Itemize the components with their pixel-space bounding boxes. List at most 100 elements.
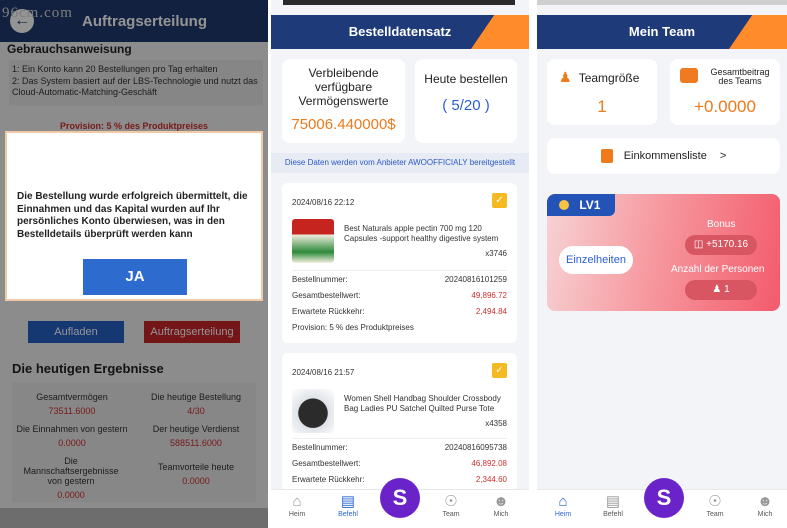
home-icon: ⌂	[558, 493, 568, 510]
tab-label: Team	[706, 511, 724, 518]
details-button[interactable]: Einzelheiten	[559, 246, 633, 274]
people-icon: ♟	[712, 284, 725, 295]
team-size-label: Teamgröße	[578, 71, 640, 85]
center-s-button[interactable]: S	[644, 478, 684, 518]
tab-home[interactable]: ⌂ Heim	[277, 493, 317, 518]
order-number-row: Bestellnummer: 20240816101259	[292, 275, 507, 287]
expected-return-row: Erwartete Rückkehr: 2,494.84	[292, 307, 507, 319]
dialog-message: Die Bestellung wurde erfolgreich übermit…	[17, 191, 248, 240]
center-s-button[interactable]: S	[380, 478, 420, 518]
level-badge: LV1	[547, 194, 615, 216]
header-accent	[471, 15, 529, 49]
tab-label: Befehl	[603, 511, 623, 518]
order-records-screen: Bestelldatensatz Verbleibende verfügbare…	[271, 0, 529, 528]
order-screen: ← Auftragserteilung 96cm.com Gebrauchsan…	[0, 0, 268, 528]
tab-orders[interactable]: ▤ Befehl	[328, 493, 368, 518]
people-icon: ♟	[559, 69, 572, 85]
order-provision: Provision: 5 % des Produktpreises	[292, 323, 414, 332]
order-total-row: Gesamtbestellwert: 46,892.08	[292, 459, 507, 471]
level-label: LV1	[579, 198, 601, 212]
tab-label: Team	[442, 511, 460, 518]
team-icon: ☉	[444, 493, 458, 510]
medal-icon	[559, 200, 569, 210]
order-number: 20240816101259	[444, 275, 507, 284]
top-bar	[537, 0, 787, 5]
tab-label: Befehl	[338, 511, 358, 518]
page-title: Mein Team	[628, 24, 696, 39]
tab-team[interactable]: ☉ Team	[695, 493, 735, 518]
home-icon: ⌂	[292, 493, 302, 510]
records-header: Bestelldatensatz	[271, 15, 529, 49]
remaining-assets-value: 75006.440000$	[291, 116, 396, 133]
order-total-row: Gesamtbestellwert: 49,896.72	[292, 291, 507, 303]
product-quantity: x4358	[485, 419, 507, 428]
tab-home[interactable]: ⌂ Heim	[543, 493, 583, 518]
order-total-label: Gesamtbestellwert:	[292, 291, 361, 300]
team-screen: Mein Team ♟ Teamgröße 1 Gesamtbeitrag de…	[537, 0, 787, 528]
tab-team[interactable]: ☉ Team	[431, 493, 471, 518]
checkbox-icon: ✓	[492, 363, 507, 378]
remaining-assets-label: Verbleibende verfügbare Vermögenswerte	[298, 66, 389, 108]
order-total: 49,896.72	[471, 291, 507, 300]
checkbox-icon: ✓	[492, 193, 507, 208]
divider	[292, 270, 507, 271]
expected-return: 2,494.84	[475, 307, 507, 316]
tab-me[interactable]: ☻ Mich	[481, 493, 521, 518]
apple-pectin-bottle-image	[292, 219, 334, 263]
divider	[292, 438, 507, 439]
order-card[interactable]: 2024/08/16 21:57 ✓ Women Shell Handbag S…	[282, 353, 517, 493]
bonus-label: Bonus	[707, 219, 736, 230]
order-card[interactable]: 2024/08/16 22:12 ✓ Best Naturals apple p…	[282, 183, 517, 343]
top-bar	[283, 0, 515, 5]
team-header: Mein Team	[537, 15, 787, 49]
bonus-pill: ◫ +5170.16	[685, 235, 757, 255]
team-size-value: 1	[597, 97, 607, 116]
document-icon: ▤	[605, 493, 621, 510]
order-date: 2024/08/16 21:57	[292, 368, 355, 377]
level-card: LV1 Einzelheiten Bonus ◫ +5170.16 Anzahl…	[547, 194, 780, 311]
tab-orders[interactable]: ▤ Befehl	[593, 493, 633, 518]
list-icon	[600, 149, 613, 164]
bonus-value: +5170.16	[706, 239, 749, 250]
chevron-right-icon: >	[719, 150, 727, 162]
wallet-icon: ◫	[693, 239, 707, 250]
team-size-card: ♟ Teamgröße 1	[547, 59, 657, 125]
expected-return-label: Erwartete Rückkehr:	[292, 307, 365, 316]
confirm-button[interactable]: JA	[83, 259, 187, 295]
persons-label: Anzahl der Personen	[671, 264, 765, 275]
order-date: 2024/08/16 22:12	[292, 198, 355, 207]
income-list-link[interactable]: Einkommensliste >	[547, 138, 780, 174]
team-contribution-card: Gesamtbeitrag des Teams +0.0000	[670, 59, 780, 125]
product-name: Women Shell Handbag Shoulder Crossbody B…	[344, 394, 501, 413]
order-number-label: Bestellnummer:	[292, 443, 348, 452]
tab-label: Heim	[554, 511, 572, 518]
order-number-label: Bestellnummer:	[292, 275, 348, 284]
expected-return-label: Erwartete Rückkehr:	[292, 475, 365, 484]
order-number: 20240816095738	[444, 443, 507, 452]
team-icon: ☉	[708, 493, 722, 510]
handbag-image	[292, 389, 334, 433]
order-total: 46,892.08	[471, 459, 507, 468]
today-orders-label: Heute bestellen	[424, 72, 508, 86]
remaining-assets-card: Verbleibende verfügbare Vermögenswerte 7…	[282, 59, 405, 143]
tab-me[interactable]: ☻ Mich	[745, 493, 785, 518]
success-dialog: Die Bestellung wurde erfolgreich übermit…	[5, 131, 263, 301]
user-icon: ☻	[493, 493, 509, 510]
tab-label: Mich	[757, 511, 773, 518]
team-contribution-value: +0.0000	[694, 97, 756, 116]
product-name: Best Naturals apple pectin 700 mg 120 Ca…	[344, 224, 499, 243]
income-list-label: Einkommensliste	[623, 150, 707, 162]
expected-return: 2,344.60	[475, 475, 507, 484]
user-icon: ☻	[757, 493, 773, 510]
document-icon: ▤	[340, 493, 356, 510]
persons-pill: ♟ 1	[685, 280, 757, 300]
wallet-icon	[680, 68, 698, 83]
tab-label: Mich	[493, 511, 509, 518]
tab-label: Heim	[288, 511, 306, 518]
product-quantity: x3746	[485, 249, 507, 258]
team-contribution-label: Gesamtbeitrag des Teams	[710, 67, 770, 86]
data-provider-note: Diese Daten werden vom Anbieter AWOOFFIC…	[271, 153, 529, 173]
order-total-label: Gesamtbestellwert:	[292, 459, 361, 468]
page-title: Bestelldatensatz	[348, 24, 452, 39]
today-orders-card: Heute bestellen ( 5/20 )	[415, 59, 517, 143]
